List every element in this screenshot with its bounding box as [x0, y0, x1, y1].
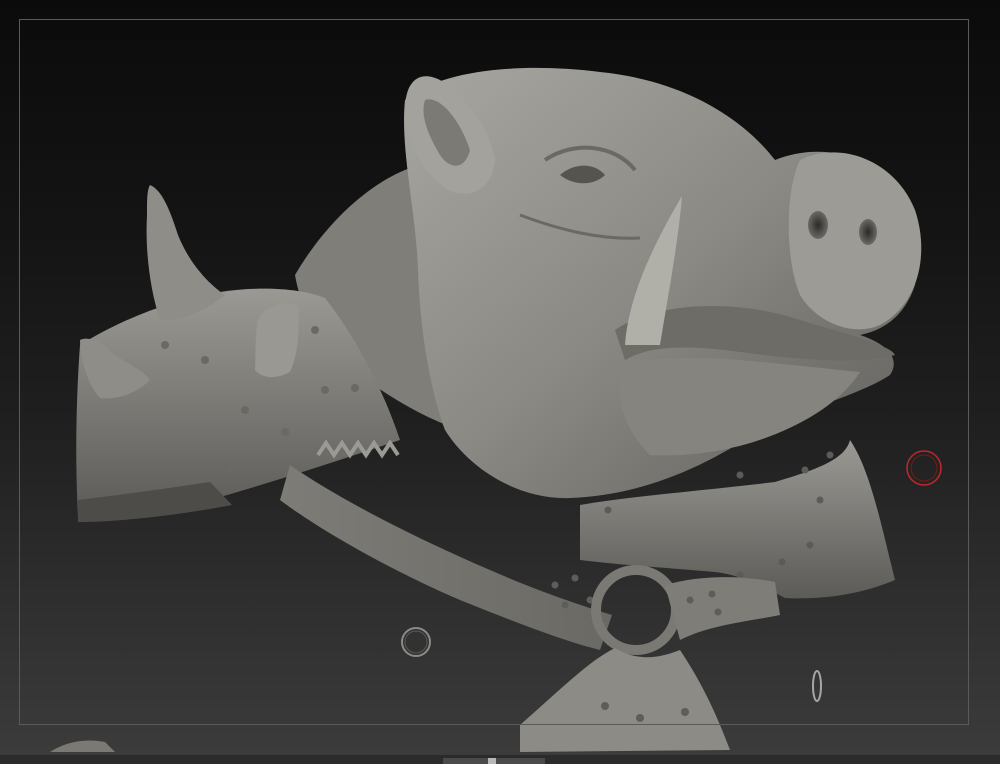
pivot-marker-icon	[812, 670, 822, 702]
secondary-cursor-icon	[401, 627, 431, 657]
bottom-tab-indicator	[488, 758, 496, 764]
document-frame	[19, 19, 969, 725]
brush-cursor-icon	[906, 450, 942, 486]
zbrush-canvas[interactable]	[0, 0, 1000, 764]
lower-fragment	[50, 740, 115, 752]
